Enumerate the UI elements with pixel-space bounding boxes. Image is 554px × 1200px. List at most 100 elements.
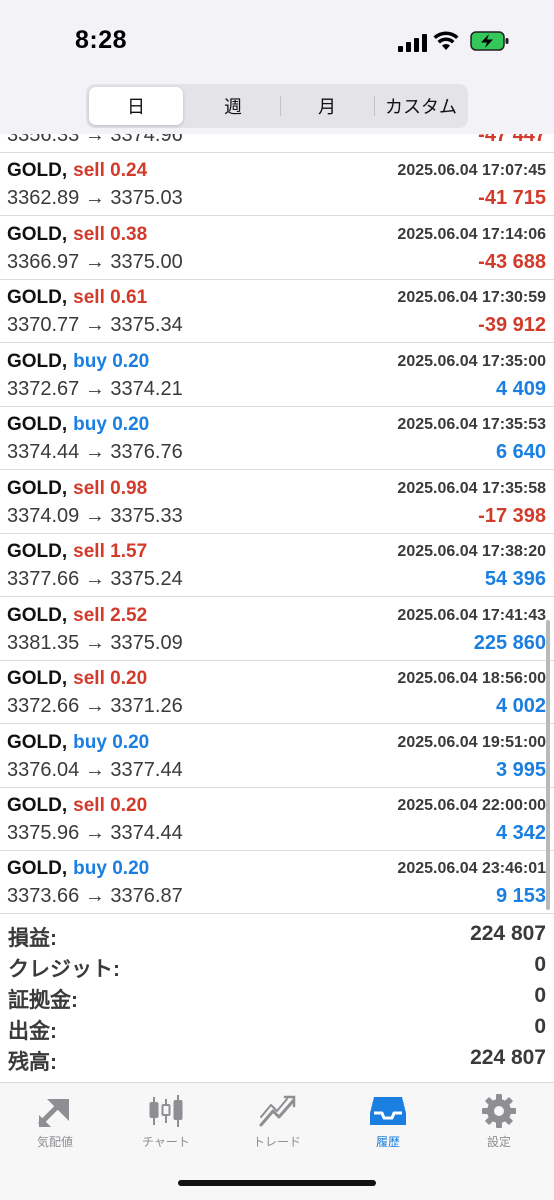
tab-settings[interactable]: 設定 <box>454 1093 544 1153</box>
trade-volume: 0.61 <box>110 287 148 308</box>
summary-value: 0 <box>534 984 546 1007</box>
trade-prices: 3375.96 → 3374.44 <box>7 822 183 844</box>
summary-value: 224 807 <box>470 922 546 945</box>
tab-trade[interactable]: トレード <box>232 1093 322 1153</box>
trade-row[interactable]: GOLD, buy 0.20 2025.06.04 17:35:53 3374.4… <box>0 407 554 470</box>
trade-time: 2025.06.04 23:46:01 <box>397 860 546 877</box>
trade-volume: 0.24 <box>110 160 148 181</box>
trade-time: 2025.06.04 17:07:45 <box>397 162 546 179</box>
account-summary: 損益: 224 807 クレジット: 0 証拠金: 0 出金: 0 残高: 22… <box>0 920 554 1075</box>
summary-value: 0 <box>534 1015 546 1038</box>
trade-symbol: GOLD <box>7 541 62 562</box>
tab-label: トレード <box>252 1135 301 1149</box>
summary-label: 出金: <box>8 1020 57 1043</box>
trade-symbol: GOLD <box>7 351 62 372</box>
trade-time: 2025.06.04 22:00:00 <box>397 797 546 814</box>
trade-direction: sell <box>73 605 105 626</box>
segment-day[interactable]: 日 <box>89 87 183 125</box>
app-root: { "status": { "time": "8:28" }, "segment… <box>0 0 554 1200</box>
trade-prices: 3372.66 → 3371.26 <box>7 695 183 717</box>
trade-symbol: GOLD <box>7 160 62 181</box>
quotes-arrows-icon <box>38 1099 69 1127</box>
trade-row[interactable]: GOLD, sell 0.38 2025.06.04 17:14:06 3366.… <box>0 217 554 280</box>
status-time: 8:28 <box>75 26 128 54</box>
trade-direction: buy <box>73 858 107 879</box>
trade-symbol: GOLD <box>7 668 62 689</box>
trade-volume: 0.20 <box>112 732 150 753</box>
trade-row[interactable]: GOLD, buy 0.20 2025.06.04 19:51:00 3376.0… <box>0 725 554 788</box>
battery-charging-icon <box>470 31 509 51</box>
trade-prices: 3381.35 → 3375.09 <box>7 632 183 654</box>
trade-volume: 0.38 <box>110 224 148 245</box>
trade-volume: 0.98 <box>110 478 148 499</box>
trade-row[interactable]: GOLD, sell 0.20 2025.06.04 22:00:00 3375.… <box>0 788 554 851</box>
summary-row-profit: 損益: 224 807 <box>0 920 554 951</box>
gear-icon <box>482 1094 516 1128</box>
trade-direction: sell <box>73 478 105 499</box>
period-segmented-control: 日 週 月 カスタム <box>86 84 468 128</box>
trade-row[interactable]: GOLD, sell 0.20 2025.06.04 18:56:00 3372.… <box>0 661 554 724</box>
trade-row[interactable]: 3356.33 → 3374.96 -47 447 <box>0 134 554 153</box>
trade-prices: 3374.44 → 3376.76 <box>7 441 183 463</box>
tab-quotes[interactable]: 気配値 <box>10 1093 100 1153</box>
trade-profit: -17 398 <box>478 505 546 527</box>
segment-custom[interactable]: カスタム <box>374 84 468 128</box>
trade-history-list[interactable]: 3356.33 → 3374.96 -47 447 GOLD, sell 0.24… <box>0 134 554 914</box>
trade-prices: 3373.66 → 3376.87 <box>7 885 183 907</box>
trade-symbol: GOLD <box>7 605 62 626</box>
trade-volume: 0.20 <box>112 858 150 879</box>
trade-direction: buy <box>73 351 107 372</box>
summary-row-margin: 証拠金: 0 <box>0 982 554 1013</box>
trade-symbol: GOLD <box>7 478 62 499</box>
summary-row-withdrawal: 出金: 0 <box>0 1013 554 1044</box>
trade-row[interactable]: GOLD, sell 1.57 2025.06.04 17:38:20 3377.… <box>0 534 554 597</box>
segment-month[interactable]: 月 <box>280 84 374 128</box>
trade-symbol: GOLD <box>7 287 62 308</box>
status-bar: 8:28 <box>0 0 554 84</box>
trade-profit: 4 002 <box>495 695 546 717</box>
trade-direction: sell <box>73 224 105 245</box>
trade-time: 2025.06.04 19:51:00 <box>397 734 546 751</box>
trade-direction: sell <box>73 668 105 689</box>
trade-prices: 3366.97 → 3375.00 <box>7 251 183 273</box>
trade-row[interactable]: GOLD, sell 0.98 2025.06.04 17:35:58 3374.… <box>0 471 554 534</box>
trade-direction: buy <box>73 732 107 753</box>
trade-profit: -41 715 <box>478 187 546 209</box>
trade-row[interactable]: GOLD, sell 0.61 2025.06.04 17:30:59 3370.… <box>0 280 554 343</box>
tab-label: 履歴 <box>375 1135 400 1149</box>
wifi-icon <box>433 31 459 50</box>
trade-time: 2025.06.04 18:56:00 <box>397 670 546 687</box>
trade-prices: 3356.33 → 3374.96 <box>7 134 183 146</box>
tab-label: チャート <box>142 1135 190 1149</box>
trade-prices: 3374.09 → 3375.33 <box>7 505 183 527</box>
trade-volume: 2.52 <box>110 605 148 626</box>
summary-label: クレジット: <box>8 958 120 981</box>
trade-symbol: GOLD <box>7 732 62 753</box>
trade-row[interactable]: GOLD, sell 0.24 2025.06.04 17:07:45 3362.… <box>0 153 554 216</box>
list-scrollbar[interactable] <box>546 620 550 910</box>
trade-profit: 225 860 <box>473 632 546 654</box>
trade-time: 2025.06.04 17:38:20 <box>397 543 546 560</box>
trade-prices: 3362.89 → 3375.03 <box>7 187 183 209</box>
tab-chart[interactable]: チャート <box>121 1093 211 1153</box>
trade-direction: sell <box>73 160 105 181</box>
trade-row[interactable]: GOLD, buy 0.20 2025.06.04 23:46:01 3373.6… <box>0 851 554 914</box>
trade-prices: 3377.66 → 3375.24 <box>7 568 183 590</box>
trade-profit: 4 342 <box>495 822 546 844</box>
trade-time: 2025.06.04 17:30:59 <box>397 289 546 306</box>
trade-row[interactable]: GOLD, sell 2.52 2025.06.04 17:41:43 3381.… <box>0 598 554 661</box>
trade-direction: sell <box>73 541 105 562</box>
summary-row-balance: 残高: 224 807 <box>0 1044 554 1075</box>
trade-time: 2025.06.04 17:14:06 <box>397 226 546 243</box>
segment-week[interactable]: 週 <box>186 84 280 128</box>
trade-volume: 1.57 <box>110 541 148 562</box>
trade-direction: sell <box>73 287 105 308</box>
tab-history[interactable]: 履歴 <box>343 1093 433 1153</box>
trade-profit: 6 640 <box>495 441 546 463</box>
trade-symbol: GOLD <box>7 795 62 816</box>
trade-profit: 9 153 <box>495 885 546 907</box>
summary-value: 224 807 <box>470 1046 546 1069</box>
trade-time: 2025.06.04 17:41:43 <box>397 607 546 624</box>
trade-row[interactable]: GOLD, buy 0.20 2025.06.04 17:35:00 3372.6… <box>0 344 554 407</box>
summary-row-credit: クレジット: 0 <box>0 951 554 982</box>
